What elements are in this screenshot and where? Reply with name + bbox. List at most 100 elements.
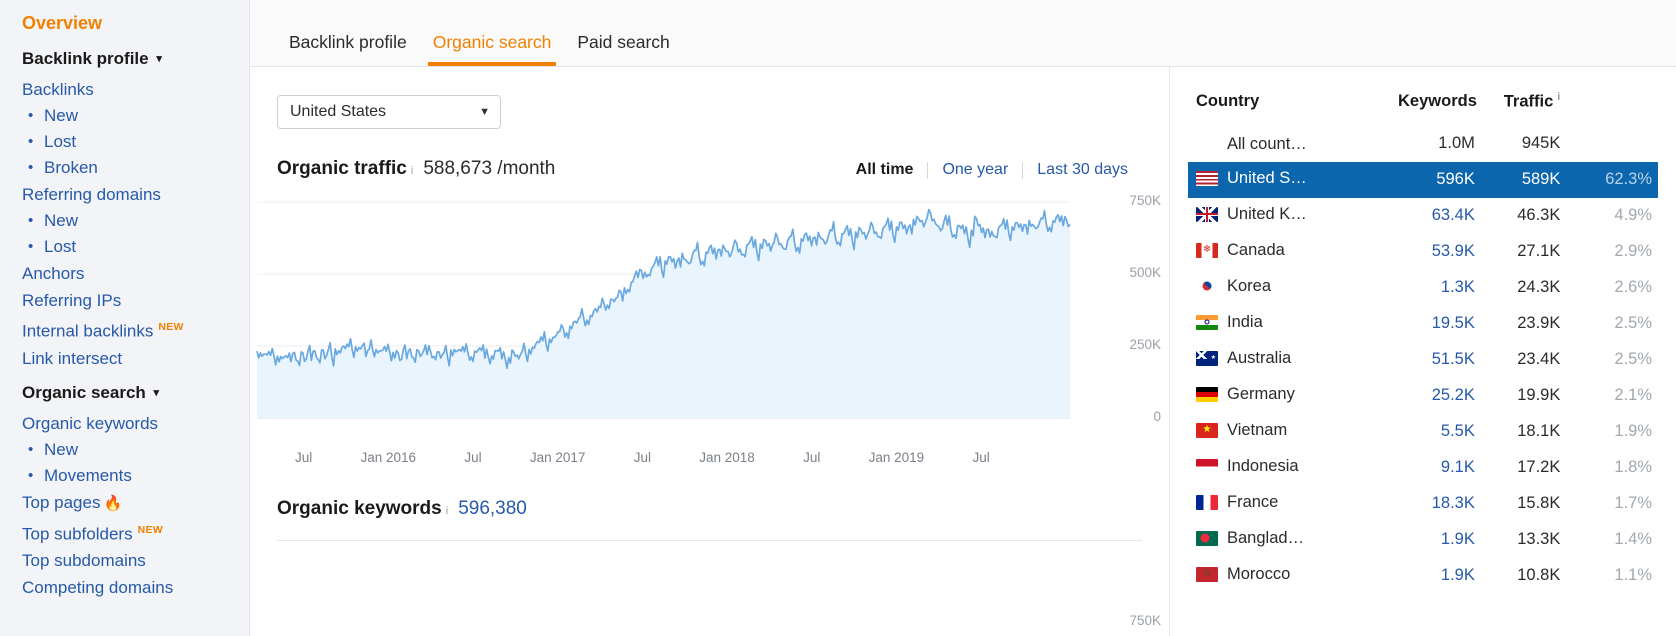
sidebar-item-lost[interactable]: Lost xyxy=(22,129,249,155)
country-cell[interactable]: India xyxy=(1188,306,1362,342)
tab-backlink-profile[interactable]: Backlink profile xyxy=(276,32,420,66)
country-name-wrap: Banglad… xyxy=(1196,528,1304,548)
traffic-cell: 27.1K xyxy=(1517,242,1561,260)
tab-organic-search[interactable]: Organic search xyxy=(420,32,565,66)
keywords-cell[interactable]: 1.3K xyxy=(1362,270,1477,306)
country-cell[interactable]: All count… xyxy=(1188,126,1362,162)
country-cell[interactable]: Korea xyxy=(1188,270,1362,306)
range-all-time[interactable]: All time xyxy=(842,161,928,179)
sidebar-item-organic-keywords[interactable]: Organic keywords xyxy=(22,410,249,437)
sidebar-item-referring-domains[interactable]: Referring domains xyxy=(22,181,249,208)
country-name: Banglad… xyxy=(1227,529,1305,548)
country-cell[interactable]: Banglad… xyxy=(1188,522,1362,558)
keywords-cell[interactable]: 1.9K xyxy=(1362,522,1477,558)
country-name: Indonesia xyxy=(1227,457,1299,476)
country-cell[interactable]: ★ Australia xyxy=(1188,342,1362,378)
keywords-cell[interactable]: 19.5K xyxy=(1362,306,1477,342)
country-name-wrap: Germany xyxy=(1196,384,1295,404)
country-filter-select[interactable]: United States ▼ xyxy=(277,95,501,129)
sidebar-item-lost[interactable]: Lost xyxy=(22,234,249,260)
country-name-wrap: United S… xyxy=(1196,168,1307,188)
country-table-pane: Country Keywords Traffic i All count… 1.0M… xyxy=(1170,67,1676,636)
sidebar-item-new[interactable]: New xyxy=(22,103,249,129)
keywords-cell[interactable]: 1.0M xyxy=(1362,126,1477,162)
country-cell[interactable]: France xyxy=(1188,486,1362,522)
x-axis-tick-label: Jul xyxy=(803,450,821,465)
table-row[interactable]: India 19.5K 23.9K 2.5% xyxy=(1188,306,1658,342)
sidebar-item-internal-backlinks[interactable]: Internal backlinks NEW xyxy=(22,314,249,345)
traffic-area-chart xyxy=(256,201,1071,419)
info-icon[interactable]: i xyxy=(411,165,413,177)
table-row[interactable]: ☆ Morocco 1.9K 10.8K 1.1% xyxy=(1188,558,1658,594)
info-icon[interactable]: i xyxy=(446,505,448,517)
keywords-cell[interactable]: 63.4K xyxy=(1362,198,1477,234)
country-cell[interactable]: United K… xyxy=(1188,198,1362,234)
range-last-30-days[interactable]: Last 30 days xyxy=(1023,161,1142,179)
country-cell[interactable]: United S… xyxy=(1188,162,1362,198)
organic-keywords-header: Organic keywords i 596,380 xyxy=(277,498,1142,520)
sidebar-item-overview[interactable]: Overview xyxy=(22,8,249,38)
info-icon[interactable]: i xyxy=(1557,91,1560,103)
country-cell[interactable]: Germany xyxy=(1188,378,1362,414)
keywords-cell[interactable]: 1.9K xyxy=(1362,558,1477,594)
keywords-cell[interactable]: 53.9K xyxy=(1362,234,1477,270)
table-row[interactable]: France 18.3K 15.8K 1.7% xyxy=(1188,486,1658,522)
keywords-cell[interactable]: 596K xyxy=(1362,162,1477,198)
flame-icon: 🔥 xyxy=(103,494,123,512)
table-body: All count… 1.0M 945K United S… 596K 589K 62.3%… xyxy=(1188,126,1658,594)
table-row[interactable]: All count… 1.0M 945K xyxy=(1188,126,1658,162)
sidebar-group-backlink-profile[interactable]: Backlink profile ▾ xyxy=(22,44,249,76)
country-cell[interactable]: ❄ Canada xyxy=(1188,234,1362,270)
table-row-selected[interactable]: United S… 596K 589K 62.3% xyxy=(1188,161,1658,198)
sidebar-group-organic-search[interactable]: Organic search ▾ xyxy=(22,378,249,410)
table-row[interactable]: Banglad… 1.9K 13.3K 1.4% xyxy=(1188,522,1658,558)
traffic-cell: 10.8K xyxy=(1517,566,1561,584)
table-row[interactable]: United K… 63.4K 46.3K 4.9% xyxy=(1188,198,1658,234)
table-row[interactable]: ★ Vietnam 5.5K 18.1K 1.9% xyxy=(1188,414,1658,450)
country-cell[interactable]: Indonesia xyxy=(1188,450,1362,486)
sidebar-item-label: Internal backlinks xyxy=(22,321,154,341)
organic-keywords-value[interactable]: 596,380 xyxy=(458,498,527,520)
sidebar-item-anchors[interactable]: Anchors xyxy=(22,260,249,287)
sidebar-item-broken[interactable]: Broken xyxy=(22,155,249,181)
country-name: Vietnam xyxy=(1227,421,1288,440)
organic-traffic-chart[interactable]: 750K 500K 250K 0 xyxy=(250,193,1169,446)
sidebar-item-movements[interactable]: Movements xyxy=(22,463,249,489)
tab-paid-search[interactable]: Paid search xyxy=(564,32,682,66)
sidebar-item-top-pages[interactable]: Top pages 🔥 xyxy=(22,489,249,517)
country-name: All count… xyxy=(1227,134,1307,153)
table-row[interactable]: Germany 25.2K 19.9K 2.1% xyxy=(1188,378,1658,414)
sidebar-item-competing-domains[interactable]: Competing domains xyxy=(22,574,249,601)
sidebar-item-top-subdomains[interactable]: Top subdomains xyxy=(22,547,249,574)
share-cell: 1.9% xyxy=(1614,422,1652,440)
keywords-cell[interactable]: 25.2K xyxy=(1362,378,1477,414)
sidebar-item-top-subfolders[interactable]: Top subfolders NEW xyxy=(22,517,249,548)
range-one-year[interactable]: One year xyxy=(928,161,1022,179)
share-cell xyxy=(1560,126,1658,162)
table-row[interactable]: ★ Australia 51.5K 23.4K 2.5% xyxy=(1188,342,1658,378)
sidebar-item-link-intersect[interactable]: Link intersect xyxy=(22,345,249,372)
keywords-cell[interactable]: 9.1K xyxy=(1362,450,1477,486)
country-cell[interactable]: ★ Vietnam xyxy=(1188,414,1362,450)
x-axis-tick-label: Jul xyxy=(464,450,482,465)
sidebar-item-new[interactable]: New xyxy=(22,437,249,463)
table-row[interactable]: Korea 1.3K 24.3K 2.6% xyxy=(1188,270,1658,306)
col-header-country[interactable]: Country xyxy=(1188,91,1362,126)
share-cell: 1.8% xyxy=(1614,458,1652,476)
table-row[interactable]: ❄ Canada 53.9K 27.1K 2.9% xyxy=(1188,234,1658,270)
keywords-cell[interactable]: 5.5K xyxy=(1362,414,1477,450)
country-name: United K… xyxy=(1227,205,1307,224)
sidebar-item-referring-ips[interactable]: Referring IPs xyxy=(22,287,249,314)
sidebar-item-new[interactable]: New xyxy=(22,208,249,234)
col-header-traffic[interactable]: Traffic i xyxy=(1477,91,1561,126)
sidebar: Overview Backlink profile ▾ Backlinks New L… xyxy=(0,0,250,636)
country-name-wrap: ☆ Morocco xyxy=(1196,564,1290,584)
sidebar-item-backlinks[interactable]: Backlinks xyxy=(22,76,249,103)
col-header-keywords[interactable]: Keywords xyxy=(1362,91,1477,126)
country-table: Country Keywords Traffic i All count… 1.0M… xyxy=(1188,91,1658,594)
keywords-cell[interactable]: 18.3K xyxy=(1362,486,1477,522)
keywords-cell[interactable]: 51.5K xyxy=(1362,342,1477,378)
table-row[interactable]: Indonesia 9.1K 17.2K 1.8% xyxy=(1188,450,1658,486)
country-cell[interactable]: ☆ Morocco xyxy=(1188,558,1362,594)
flag-icon-au: ★ xyxy=(1196,350,1218,366)
